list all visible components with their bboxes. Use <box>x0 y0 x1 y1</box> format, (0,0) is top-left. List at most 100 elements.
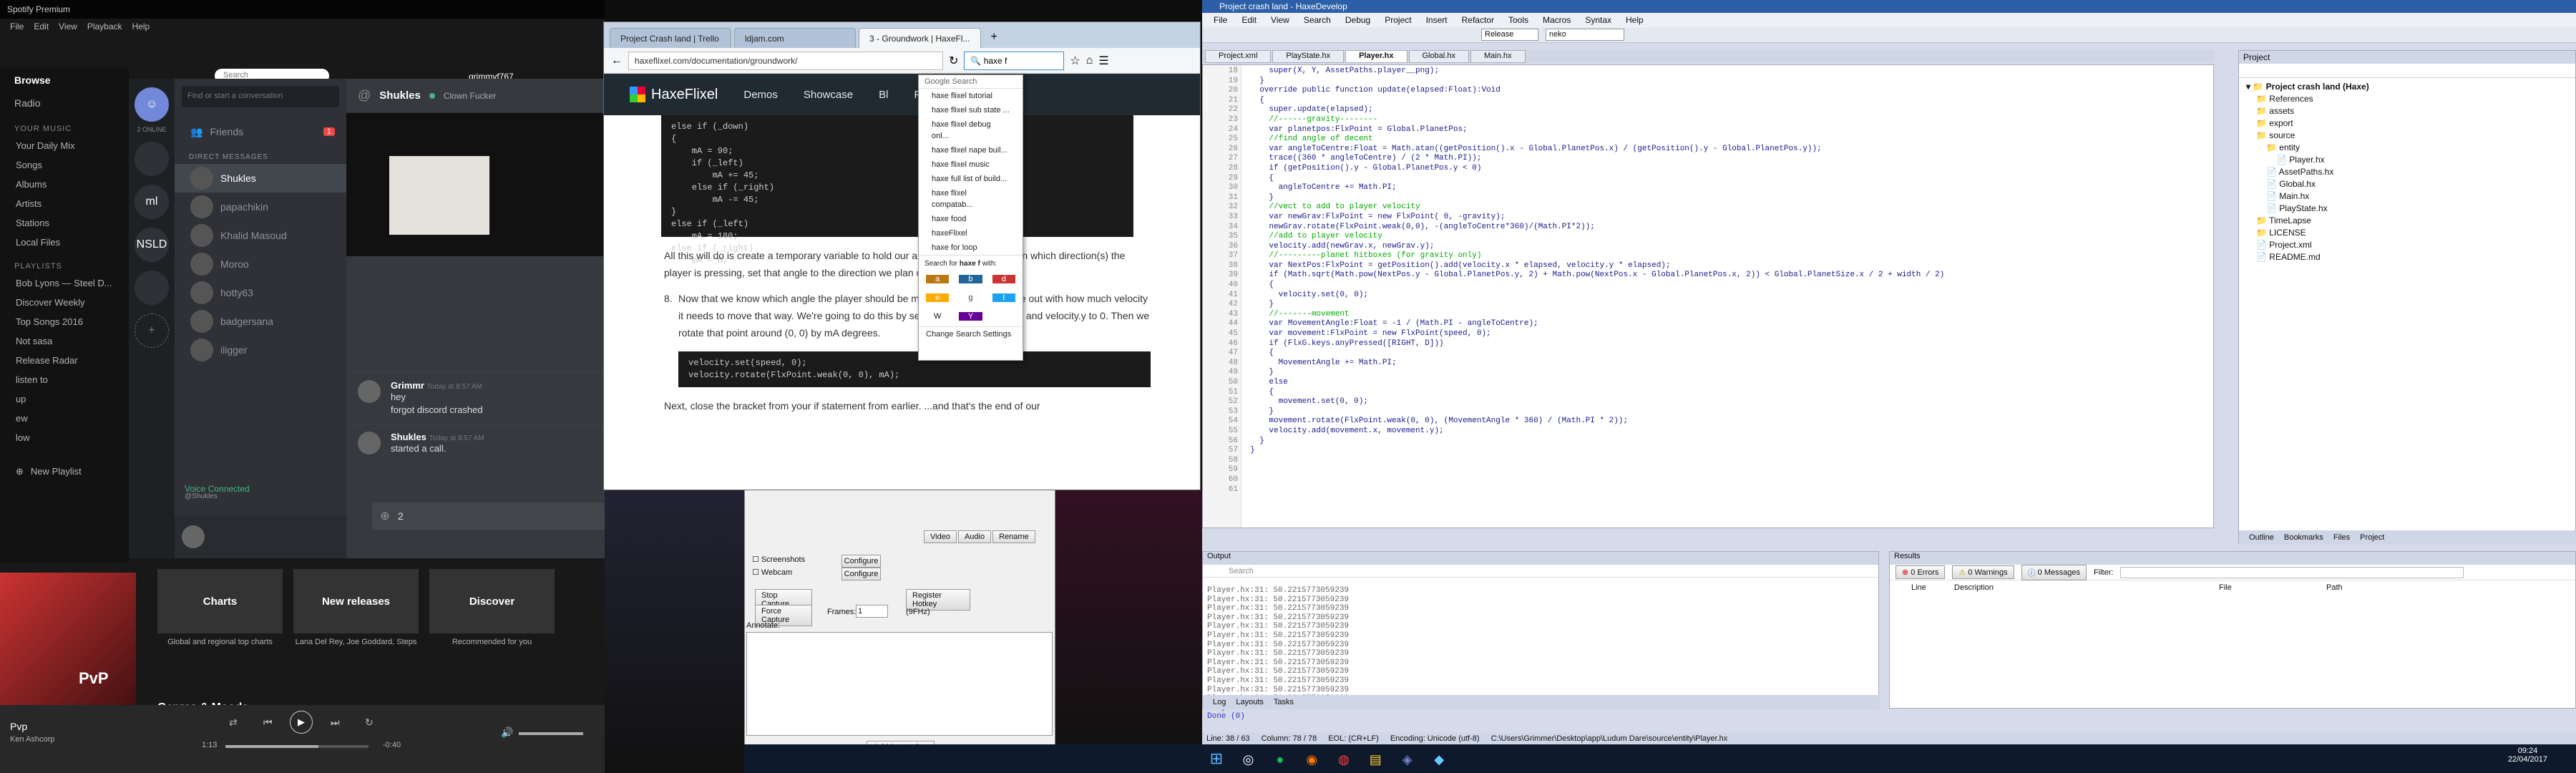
suggestion-item[interactable]: haxe flixel tutorial <box>919 89 1023 103</box>
add-server-icon[interactable]: + <box>135 313 169 348</box>
hd-menu-item[interactable]: Tools <box>1508 15 1528 25</box>
capture-tab[interactable]: Rename <box>992 530 1035 543</box>
results-column-header[interactable]: Line <box>1911 583 1954 592</box>
capture-tab[interactable]: Video <box>924 530 957 543</box>
playlist-item[interactable]: Not sasa <box>0 331 129 351</box>
tree-node[interactable]: 📄 Player.hx <box>2246 154 2568 166</box>
playlist-item[interactable]: ew <box>0 409 129 428</box>
output-tab[interactable]: Tasks <box>1274 698 1294 706</box>
library-item[interactable]: Artists <box>0 194 129 213</box>
hd-menu-item[interactable]: View <box>1271 15 1289 25</box>
suggestion-item[interactable]: haxe flixel debug onl... <box>919 117 1023 143</box>
suggestion-item[interactable]: haxe for loop <box>919 240 1023 255</box>
browse-card[interactable]: Charts Global and regional top charts <box>157 569 283 646</box>
screenshots-check[interactable]: ☐ Screenshots <box>752 555 805 564</box>
new-playlist-button[interactable]: ⊕ New Playlist <box>0 462 129 482</box>
tree-node[interactable]: 📄 Main.hx <box>2246 190 2568 203</box>
tree-node[interactable]: 📁 source <box>2246 130 2568 142</box>
hd-menu-item[interactable]: Debug <box>1345 15 1370 25</box>
suggestion-item[interactable]: haxe flixel compatab... <box>919 186 1023 212</box>
upload-icon[interactable]: ⊕ <box>372 509 398 523</box>
hd-menu-item[interactable]: Refactor <box>1462 15 1494 25</box>
engine-ddg-icon[interactable]: d <box>992 275 1015 283</box>
playlist-item[interactable]: Top Songs 2016 <box>0 312 129 331</box>
message-avatar[interactable] <box>358 432 381 454</box>
messages-toggle[interactable]: ⓘ 0 Messages <box>2021 564 2087 580</box>
hd-menu-item[interactable]: Edit <box>1241 15 1257 25</box>
output-tab[interactable]: Layouts <box>1236 698 1264 706</box>
tree-node[interactable]: 📄 AssetPaths.hx <box>2246 166 2568 178</box>
shared-image[interactable] <box>389 156 489 235</box>
playlist-item[interactable]: Bob Lyons — Steel D... <box>0 273 129 293</box>
tree-node[interactable]: 📁 assets <box>2246 105 2568 117</box>
back-icon[interactable]: ← <box>611 54 623 67</box>
spotify-menu-help[interactable]: Help <box>132 21 150 31</box>
code-text[interactable]: super(X, Y, AssetPaths.player__png); } o… <box>1250 67 1944 456</box>
output-search[interactable]: Search <box>1203 565 1878 578</box>
play-button[interactable]: ▶ <box>290 711 313 734</box>
home-icon[interactable]: ⌂ <box>1086 54 1093 67</box>
start-icon[interactable]: ⊞ <box>1202 744 1231 773</box>
hd-menu-item[interactable]: Macros <box>1543 15 1571 25</box>
side-panel-tab[interactable]: Bookmarks <box>2284 533 2323 542</box>
suggestion-item[interactable]: haxe food <box>919 212 1023 226</box>
shuffle-icon[interactable]: ⇄ <box>229 716 238 729</box>
volume-slider[interactable] <box>519 732 583 735</box>
site-nav-item[interactable]: Demos <box>743 89 778 101</box>
now-playing-artist[interactable]: Ken Ashcorp <box>10 735 54 744</box>
document-tab[interactable]: PlayState.hx <box>1272 50 1345 63</box>
volume-icon[interactable]: 🔊 <box>501 726 513 739</box>
menu-icon[interactable]: ☰ <box>1098 54 1108 68</box>
tree-node[interactable]: 📄 README.md <box>2246 251 2568 263</box>
repeat-icon[interactable]: ↻ <box>365 716 374 729</box>
dm-item[interactable]: Shukles <box>175 164 346 193</box>
tree-node[interactable]: 📁 export <box>2246 117 2568 130</box>
message-avatar[interactable] <box>358 380 381 403</box>
engine-bing-icon[interactable]: b <box>959 275 982 283</box>
tree-node[interactable]: 📁 entity <box>2246 142 2568 154</box>
browser-tab[interactable]: ldjam.com <box>734 28 856 48</box>
results-column-header[interactable]: Path <box>2326 583 2469 592</box>
results-column-header[interactable]: File <box>2219 583 2326 592</box>
document-tab[interactable]: Player.hx <box>1345 50 1407 63</box>
change-search-settings[interactable]: Change Search Settings <box>919 326 1023 341</box>
engine-yahoo-icon[interactable]: Y <box>959 312 982 321</box>
library-item[interactable]: Songs <box>0 155 129 175</box>
engine-ebay-icon[interactable]: e <box>926 293 950 302</box>
spotify-menu-view[interactable]: View <box>59 21 77 31</box>
discord-taskbar-icon[interactable]: ◈ <box>1393 746 1422 773</box>
annotate-textarea[interactable] <box>746 632 1053 736</box>
playlist-item[interactable]: low <box>0 428 129 447</box>
bookmark-star-icon[interactable]: ☆ <box>1070 54 1080 68</box>
dm-item[interactable]: hotty63 <box>175 278 346 307</box>
spotify-menu-edit[interactable]: Edit <box>34 21 49 31</box>
document-tab[interactable]: Global.hx <box>1408 50 1469 63</box>
next-icon[interactable]: ⏭ <box>331 716 340 729</box>
results-column-header[interactable]: Description <box>1954 583 2219 592</box>
frames-input[interactable]: 1 <box>856 605 888 618</box>
filter-input[interactable] <box>2120 566 2464 578</box>
tree-root[interactable]: ▾ 📁 Project crash land (Haxe) <box>2246 81 2568 93</box>
playlist-item[interactable]: listen to <box>0 370 129 389</box>
server-icon-nsld[interactable]: NSLD <box>135 228 169 262</box>
side-panel-tab[interactable]: Project <box>2360 533 2384 542</box>
reload-icon[interactable]: ↻ <box>949 54 958 68</box>
user-avatar[interactable] <box>182 525 205 548</box>
tree-node[interactable]: 📁 TimeLapse <box>2246 215 2568 227</box>
errors-toggle[interactable]: ⊗ 0 Errors <box>1896 565 1946 579</box>
friends-item[interactable]: 👥 Friends 1 <box>175 117 346 146</box>
tree-node[interactable]: 📄 PlayState.hx <box>2246 203 2568 215</box>
code-editor[interactable]: 18 19 20 21 22 23 24 25 26 27 28 29 30 31 32 33 34 35 36 37… <box>1202 64 2214 528</box>
target-select[interactable]: neko <box>1546 29 1624 41</box>
hd-menu-item[interactable]: Search <box>1304 15 1331 25</box>
library-item[interactable]: Local Files <box>0 233 129 252</box>
explorer-taskbar-icon[interactable]: ▤ <box>1361 746 1390 773</box>
dm-item[interactable]: iligger <box>175 336 346 364</box>
tree-node[interactable]: 📁 LICENSE <box>2246 227 2568 239</box>
document-tab[interactable]: Main.hx <box>1470 50 1526 63</box>
webcam-check[interactable]: ☐ Webcam <box>752 568 792 577</box>
document-tab[interactable]: Project.xml <box>1205 50 1272 63</box>
library-item[interactable]: Your Daily Mix <box>0 136 129 155</box>
clock[interactable]: 09:24 22/04/2017 <box>2508 747 2547 764</box>
chrome-taskbar-icon[interactable]: ◍ <box>1330 746 1358 773</box>
